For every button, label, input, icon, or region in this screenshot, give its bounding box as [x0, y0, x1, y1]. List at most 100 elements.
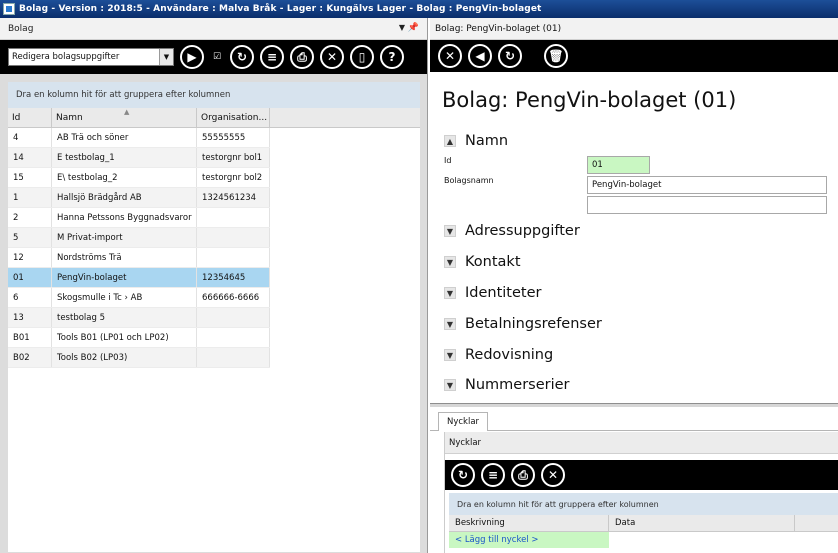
- list-icon: ≡: [487, 468, 499, 482]
- bolag-detail-panel: Bolag: PengVin-bolaget (01) ✕ ◀ ↻ 🗑 Bola…: [430, 18, 838, 553]
- right-panel-header: Bolag: PengVin-bolaget (01): [430, 18, 838, 40]
- bolagsnamn-field[interactable]: PengVin-bolaget: [587, 176, 827, 194]
- cell-id: 14: [8, 148, 52, 167]
- cell-id: 13: [8, 308, 52, 327]
- panel-dropdown-icon[interactable]: ▼: [399, 23, 405, 32]
- section-kontakt-label: Kontakt: [465, 254, 521, 270]
- cell-id: 12: [8, 248, 52, 267]
- section-kontakt[interactable]: ▼ Kontakt: [444, 252, 521, 272]
- window-title: Bolag - Version : 2018:5 - Användare : M…: [19, 4, 542, 14]
- print-nycklar-button[interactable]: ⎙: [511, 463, 535, 487]
- cell-id: 15: [8, 168, 52, 187]
- list-settings-button[interactable]: ≡: [260, 45, 284, 69]
- help-icon: ?: [388, 50, 396, 64]
- column-header-id[interactable]: Id: [8, 108, 52, 127]
- list-settings-nycklar-button[interactable]: ≡: [481, 463, 505, 487]
- expand-icon[interactable]: ▼: [444, 379, 456, 391]
- cell-namn: testbolag 5: [52, 308, 197, 327]
- app-icon: [3, 3, 15, 15]
- collapse-icon[interactable]: ▲: [444, 135, 456, 147]
- cell-namn: Nordströms Trä: [52, 248, 197, 267]
- close-button[interactable]: ✕: [438, 44, 462, 68]
- chevron-down-icon[interactable]: ▼: [159, 49, 173, 65]
- cell-namn: E testbolag_1: [52, 148, 197, 167]
- id-label: Id: [444, 156, 452, 165]
- list-icon: ≡: [266, 50, 278, 64]
- expand-icon[interactable]: ▼: [444, 318, 456, 330]
- document-button[interactable]: ▯: [350, 45, 374, 69]
- cell-id: 6: [8, 288, 52, 307]
- expand-icon[interactable]: ▼: [444, 287, 456, 299]
- page-title: Bolag: PengVin-bolaget (01): [442, 88, 737, 112]
- cell-namn: AB Trä och söner: [52, 128, 197, 147]
- tab-nycklar[interactable]: Nycklar: [438, 412, 489, 431]
- cell-org: 12354645: [197, 268, 270, 287]
- close-icon: ✕: [444, 49, 456, 63]
- cell-id: 01: [8, 268, 52, 287]
- detail-toolbar: ✕ ◀ ↻ 🗑: [430, 40, 838, 72]
- cell-org: 55555555: [197, 128, 270, 147]
- help-button[interactable]: ?: [380, 45, 404, 69]
- bolag-grid: Dra en kolumn hit för att gruppera efter…: [8, 82, 420, 552]
- nycklar-grid-header: Beskrivning Data: [449, 515, 838, 532]
- cell-id: 5: [8, 228, 52, 247]
- section-identiteter-label: Identiteter: [465, 285, 542, 301]
- left-toolbar: Redigera bolagsuppgifter ▼ ▶ ☑ ↻ ≡ ⎙ ✕ ▯…: [0, 40, 427, 74]
- column-header-beskrivning[interactable]: Beskrivning: [449, 515, 609, 531]
- play-icon: ▶: [187, 50, 197, 64]
- back-button[interactable]: ◀: [468, 44, 492, 68]
- export-excel-button[interactable]: ✕: [320, 45, 344, 69]
- section-redovisning[interactable]: ▼ Redovisning: [444, 345, 553, 365]
- cell-org: [197, 208, 270, 227]
- refresh-nycklar-button[interactable]: ↻: [451, 463, 475, 487]
- cell-org: 1324561234: [197, 188, 270, 207]
- cell-id: 2: [8, 208, 52, 227]
- cell-namn: Tools B01 (LP01 och LP02): [52, 328, 197, 347]
- left-panel-header: Bolag ▼ 📌: [0, 18, 427, 40]
- add-key-row: < Lägg till nyckel >: [449, 532, 838, 548]
- group-by-hint[interactable]: Dra en kolumn hit för att gruppera efter…: [8, 82, 420, 108]
- nycklar-toolbar: ↻ ≡ ⎙ ✕: [445, 460, 838, 490]
- section-nummerserier[interactable]: ▼ Nummerserier: [444, 375, 570, 395]
- action-combo[interactable]: Redigera bolagsuppgifter ▼: [8, 48, 174, 66]
- delete-button[interactable]: 🗑: [544, 44, 568, 68]
- refresh-button[interactable]: ↻: [230, 45, 254, 69]
- expand-icon[interactable]: ▼: [444, 349, 456, 361]
- column-header-org[interactable]: Organisation...: [197, 108, 270, 127]
- left-panel-title: Bolag: [8, 23, 34, 34]
- refresh-icon: ↻: [236, 50, 248, 64]
- add-key-link[interactable]: < Lägg till nyckel >: [449, 532, 609, 548]
- id-field[interactable]: 01: [587, 156, 650, 174]
- refresh-detail-button[interactable]: ↻: [498, 44, 522, 68]
- back-icon: ◀: [475, 49, 485, 63]
- cell-namn: E\ testbolag_2: [52, 168, 197, 187]
- section-nummerserier-label: Nummerserier: [465, 377, 570, 393]
- print-icon: ⎙: [518, 467, 528, 482]
- pin-icon[interactable]: 📌: [408, 23, 419, 33]
- bolag-list-panel: Bolag ▼ 📌 Redigera bolagsuppgifter ▼ ▶ ☑…: [0, 18, 428, 553]
- window-titlebar: Bolag - Version : 2018:5 - Användare : M…: [0, 0, 838, 18]
- bolagsnamn-field-2[interactable]: [587, 196, 827, 214]
- column-header-data[interactable]: Data: [609, 515, 795, 531]
- action-combo-value: Redigera bolagsuppgifter: [12, 52, 120, 62]
- checkbox[interactable]: ☑: [210, 50, 224, 64]
- bolagsnamn-label: Bolagsnamn: [444, 176, 494, 185]
- cell-org: [197, 328, 270, 347]
- nycklar-group-hint[interactable]: Dra en kolumn hit för att gruppera efter…: [449, 493, 838, 515]
- cell-id: 1: [8, 188, 52, 207]
- section-adress[interactable]: ▼ Adressuppgifter: [444, 221, 580, 241]
- grid-empty-area: [270, 128, 420, 552]
- excel-icon: ✕: [326, 50, 338, 64]
- section-identiteter[interactable]: ▼ Identiteter: [444, 283, 541, 303]
- section-betalning-label: Betalningsrefenser: [465, 316, 602, 332]
- expand-icon[interactable]: ▼: [444, 225, 456, 237]
- section-betalning[interactable]: ▼ Betalningsrefenser: [444, 314, 602, 334]
- export-excel-nycklar-button[interactable]: ✕: [541, 463, 565, 487]
- cell-org: [197, 248, 270, 267]
- section-namn[interactable]: ▲ Namn: [444, 131, 508, 151]
- cell-id: 4: [8, 128, 52, 147]
- print-button[interactable]: ⎙: [290, 45, 314, 69]
- play-button[interactable]: ▶: [180, 45, 204, 69]
- cell-org: 666666-6666: [197, 288, 270, 307]
- expand-icon[interactable]: ▼: [444, 256, 456, 268]
